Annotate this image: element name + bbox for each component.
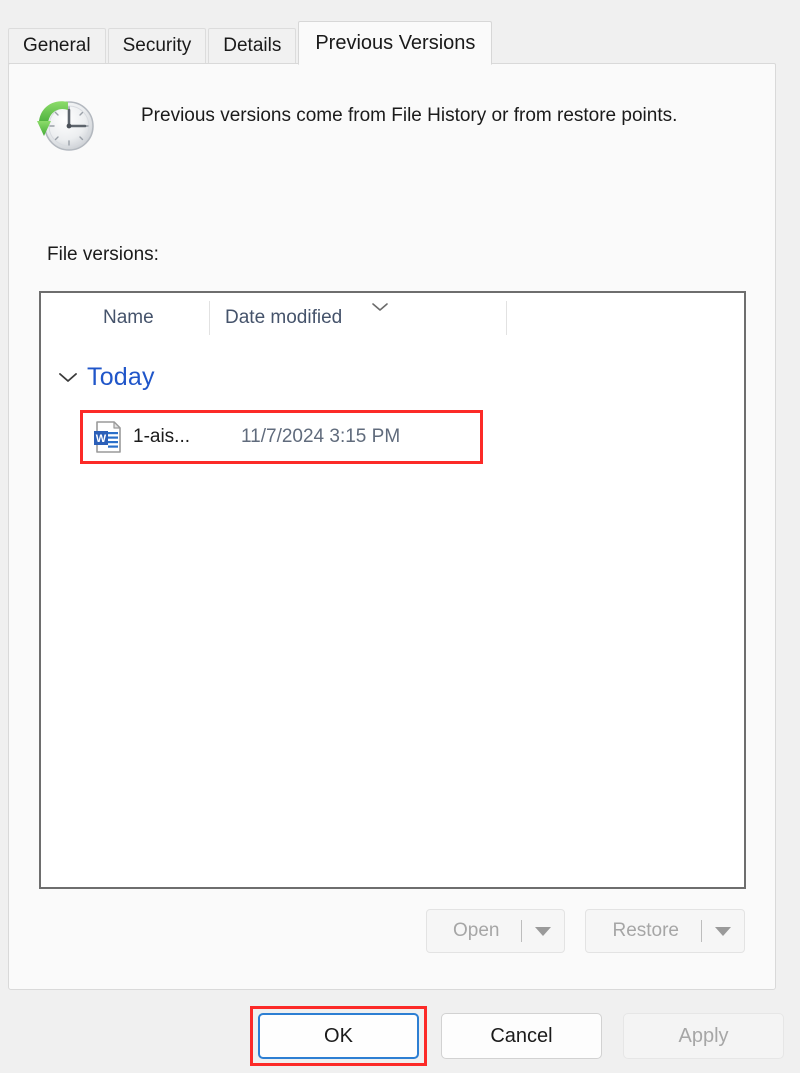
column-header-extra[interactable] xyxy=(506,293,566,343)
file-date-modified-cell: 11/7/2024 3:15 PM xyxy=(241,426,401,447)
restore-dropdown-arrow[interactable] xyxy=(702,910,744,952)
list-column-header: Name Date modified xyxy=(41,293,744,344)
restore-button-label: Restore xyxy=(612,920,679,941)
panel-header: Previous versions come from File History… xyxy=(35,94,745,156)
chevron-up-sort-icon xyxy=(371,299,389,311)
tab-details[interactable]: Details xyxy=(208,28,297,64)
caret-down-icon xyxy=(715,926,731,936)
apply-button-label: Apply xyxy=(678,1024,729,1047)
restore-clock-icon xyxy=(35,94,97,156)
cancel-button[interactable]: Cancel xyxy=(441,1013,602,1059)
previous-versions-panel: Previous versions come from File History… xyxy=(8,63,776,990)
file-versions-label: File versions: xyxy=(47,244,159,265)
restore-split-button[interactable]: Restore xyxy=(585,909,745,953)
tab-previous-versions[interactable]: Previous Versions xyxy=(298,21,493,65)
column-header-date-modified-label: Date modified xyxy=(225,307,343,328)
cancel-button-label: Cancel xyxy=(490,1024,553,1047)
column-header-name[interactable]: Name xyxy=(41,293,209,343)
apply-button[interactable]: Apply xyxy=(623,1013,784,1059)
properties-dialog: General Security Details Previous Versio… xyxy=(0,0,800,1073)
open-dropdown-arrow[interactable] xyxy=(522,910,564,952)
column-header-name-label: Name xyxy=(103,307,154,328)
tab-strip: General Security Details Previous Versio… xyxy=(8,21,494,65)
tab-security[interactable]: Security xyxy=(107,28,207,64)
table-row[interactable]: W 1-ais... 11/7/2024 3:15 PM xyxy=(80,410,483,464)
column-header-date-modified[interactable]: Date modified xyxy=(209,293,506,343)
tab-general[interactable]: General xyxy=(8,28,106,64)
group-header-label: Today xyxy=(87,362,155,391)
open-button-label: Open xyxy=(452,920,500,941)
word-document-icon: W xyxy=(93,420,123,454)
tab-details-label: Details xyxy=(223,35,282,56)
list-action-buttons: Open Restore xyxy=(406,909,745,953)
group-header-today[interactable]: Today xyxy=(41,355,744,399)
file-name-cell: 1-ais... xyxy=(133,426,191,447)
open-split-button[interactable]: Open xyxy=(425,909,566,953)
ok-button-label: OK xyxy=(324,1024,353,1047)
svg-text:W: W xyxy=(96,433,107,445)
caret-down-icon xyxy=(535,926,552,936)
file-versions-listbox[interactable]: Name Date modified Today W 1-ais... 11/7… xyxy=(39,291,746,889)
tab-general-label: General xyxy=(23,35,91,56)
tab-security-label: Security xyxy=(122,35,192,56)
panel-description: Previous versions come from File History… xyxy=(141,105,678,126)
tab-previous-versions-label: Previous Versions xyxy=(315,31,476,54)
chevron-down-icon[interactable] xyxy=(57,370,79,384)
ok-button[interactable]: OK xyxy=(258,1013,419,1059)
